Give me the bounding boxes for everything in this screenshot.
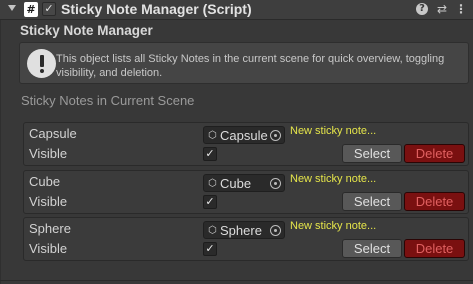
visible-label: Visible	[29, 194, 68, 209]
note-preview: New sticky note...	[290, 220, 377, 232]
script-icon: #	[24, 2, 38, 17]
object-picker-icon[interactable]	[270, 178, 281, 189]
delete-button[interactable]: Delete	[404, 239, 465, 258]
panel-edge	[0, 20, 1, 284]
component-title: Sticky Note Manager (Script)	[61, 1, 252, 17]
presets-icon[interactable]: ⇄	[435, 2, 449, 16]
list-title: Sticky Notes in Current Scene	[21, 93, 195, 108]
divider	[0, 280, 473, 281]
visible-checkbox[interactable]: ✓	[203, 147, 217, 161]
visible-checkbox[interactable]: ✓	[203, 242, 217, 256]
select-button[interactable]: Select	[342, 239, 402, 258]
help-icon[interactable]: ?	[416, 3, 428, 15]
object-picker-icon[interactable]	[270, 130, 281, 141]
gameobject-icon: ⬡	[208, 130, 217, 141]
object-field-value: Cube	[220, 176, 252, 191]
gameobject-icon: ⬡	[208, 178, 217, 189]
note-preview: New sticky note...	[290, 173, 377, 185]
sticky-note-item: Capsule ⬡ Capsule New sticky note... Vis…	[23, 122, 469, 166]
select-button[interactable]: Select	[342, 144, 402, 163]
component-enabled-checkbox[interactable]: ✓	[42, 2, 56, 16]
visible-label: Visible	[29, 146, 68, 161]
item-name: Cube	[29, 174, 61, 189]
help-box: This object lists all Sticky Notes in th…	[19, 42, 469, 84]
sticky-note-item: Sphere ⬡ Sphere New sticky note... Visib…	[23, 217, 469, 261]
info-icon	[27, 49, 56, 78]
inspector-panel: # ✓ Sticky Note Manager (Script) ? ⇄ ⋮ S…	[0, 0, 473, 284]
delete-button[interactable]: Delete	[404, 144, 465, 163]
visible-label: Visible	[29, 241, 68, 256]
sticky-note-item: Cube ⬡ Cube New sticky note... Visible ✓…	[23, 170, 469, 214]
help-box-text: This object lists all Sticky Notes in th…	[56, 53, 445, 79]
item-name: Sphere	[29, 221, 71, 236]
note-preview: New sticky note...	[290, 125, 377, 137]
foldout-arrow-icon[interactable]	[8, 5, 16, 11]
context-menu-icon[interactable]: ⋮	[454, 2, 468, 16]
gameobject-icon: ⬡	[208, 225, 217, 236]
object-picker-icon[interactable]	[270, 225, 281, 236]
object-field[interactable]: ⬡ Capsule	[203, 126, 285, 144]
object-field-value: Sphere	[220, 223, 262, 238]
component-header[interactable]: # ✓ Sticky Note Manager (Script) ? ⇄ ⋮	[0, 0, 473, 20]
item-name: Capsule	[29, 126, 77, 141]
object-field[interactable]: ⬡ Sphere	[203, 221, 285, 239]
object-field-value: Capsule	[220, 128, 268, 143]
object-field[interactable]: ⬡ Cube	[203, 174, 285, 192]
select-button[interactable]: Select	[342, 192, 402, 211]
visible-checkbox[interactable]: ✓	[203, 195, 217, 209]
section-title: Sticky Note Manager	[20, 23, 153, 38]
delete-button[interactable]: Delete	[404, 192, 465, 211]
